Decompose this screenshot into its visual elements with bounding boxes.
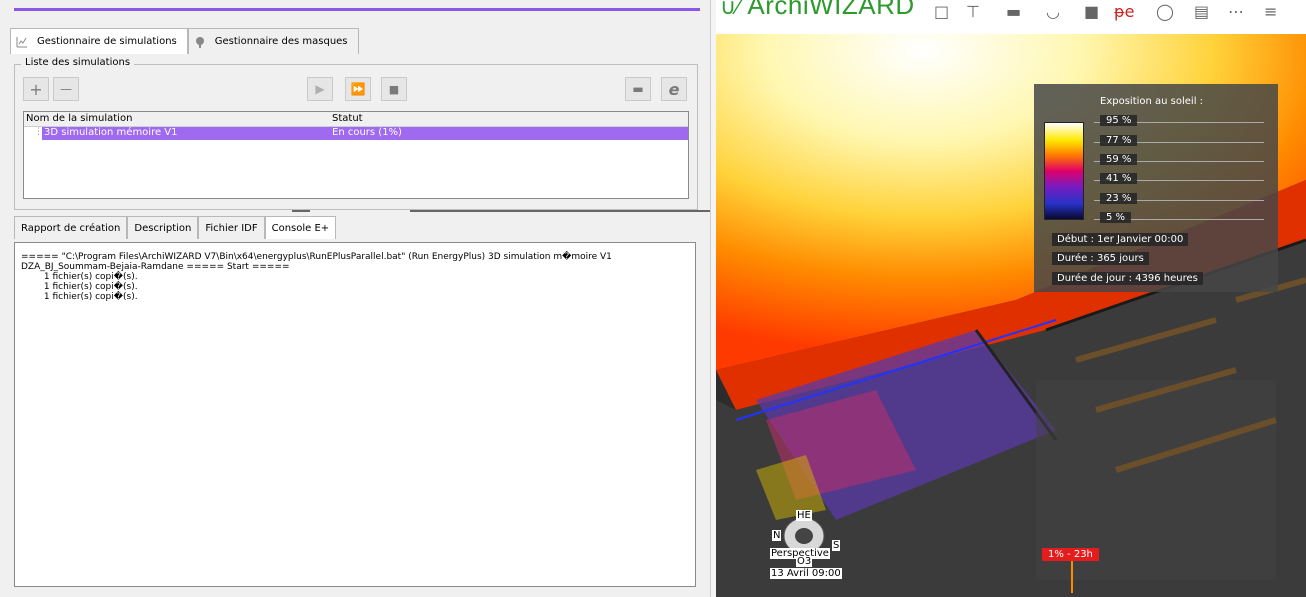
- tab-label: Gestionnaire de simulations: [37, 36, 177, 47]
- more-icon[interactable]: ⋯: [1228, 2, 1244, 21]
- table-row[interactable]: 3D simulation mémoire V1 En cours (1%): [42, 127, 688, 140]
- stop-icon: ■: [388, 82, 400, 96]
- box-icon[interactable]: □: [934, 2, 949, 21]
- simulation-status: En cours (1%): [332, 127, 402, 138]
- view-compass[interactable]: HE N S Perspective O3 13 Avril 09:00: [766, 510, 846, 584]
- play-icon: ▶: [315, 82, 325, 96]
- compass-bottom: O3: [796, 556, 813, 567]
- stop-button[interactable]: ■: [381, 77, 407, 101]
- plus-icon: +: [29, 79, 43, 99]
- table-header: Nom de la simulation Statut: [24, 112, 688, 127]
- progress-line: [1071, 561, 1073, 593]
- console-output[interactable]: ===== "C:\Program Files\ArchiWIZARD V7\B…: [14, 242, 696, 587]
- energyplus-icon: e: [668, 79, 680, 99]
- simulations-group: Liste des simulations + — ▶ ⏩ ■ ▬ e Nom …: [14, 57, 698, 210]
- run-button[interactable]: ▶: [307, 77, 333, 101]
- app-name: ArchiWIZARD: [747, 0, 915, 20]
- tab-console[interactable]: Console E+: [264, 216, 337, 239]
- legend-duration: Durée : 365 jours: [1052, 252, 1149, 265]
- simulations-table: Nom de la simulation Statut ⋮… 3D simula…: [23, 111, 689, 199]
- group-title: Liste des simulations: [21, 57, 135, 68]
- mask-icon: [193, 35, 207, 49]
- splitter-handle: [292, 210, 310, 212]
- legend-level: 95 %: [1100, 115, 1138, 126]
- run-all-button[interactable]: ⏩: [345, 77, 371, 101]
- legend-start: Début : 1er Janvier 00:00: [1052, 233, 1189, 246]
- legend-level: 5 %: [1100, 212, 1132, 223]
- sun-exposure-legend: Exposition au soleil : 95 % 77 % 59 % 41…: [1034, 84, 1278, 292]
- tab-simulation-manager[interactable]: Gestionnaire de simulations: [10, 28, 188, 54]
- compass-south: S: [832, 540, 841, 551]
- view-datetime: 13 Avril 09:00: [770, 568, 842, 579]
- accent-bar: [14, 8, 700, 11]
- app-logo: ∪∕ ArchiWIZARD: [720, 0, 915, 21]
- main-tabs: Gestionnaire de simulations Gestionnaire…: [10, 28, 359, 54]
- tab-description[interactable]: Description: [127, 216, 199, 239]
- legend-day-duration: Durée de jour : 4396 heures: [1052, 272, 1203, 285]
- legend-level: 41 %: [1100, 173, 1138, 184]
- compass-north: N: [772, 530, 782, 541]
- column-status[interactable]: Statut: [332, 113, 363, 124]
- section-icon[interactable]: ⊤: [966, 2, 980, 21]
- menu-icon[interactable]: ≡: [1264, 2, 1277, 21]
- tab-mask-manager[interactable]: Gestionnaire des masques: [187, 28, 359, 54]
- compass-top: HE: [796, 510, 812, 521]
- column-name[interactable]: Nom de la simulation: [26, 113, 132, 124]
- remove-simulation-button[interactable]: —: [53, 77, 79, 101]
- top-strip: [0, 0, 710, 12]
- progress-marker: 1% - 23h: [1042, 548, 1099, 561]
- energyplus-button[interactable]: e: [661, 77, 687, 101]
- legend-level: 23 %: [1100, 193, 1138, 204]
- fast-forward-icon: ⏩: [350, 82, 366, 96]
- sun-icon[interactable]: ◯: [1156, 2, 1174, 21]
- panel-splitter[interactable]: [12, 210, 710, 212]
- splitter-handle: [410, 210, 710, 212]
- monitor-icon[interactable]: ■: [1084, 2, 1099, 21]
- tab-creation-report[interactable]: Rapport de création: [14, 216, 128, 239]
- legend-level: 77 %: [1100, 135, 1138, 146]
- folder-icon: ▬: [632, 82, 644, 96]
- legend-level: 59 %: [1100, 154, 1138, 165]
- legend-title: Exposition au soleil :: [1100, 96, 1204, 107]
- simulation-name: 3D simulation mémoire V1: [44, 127, 178, 138]
- list-icon[interactable]: ▤: [1194, 2, 1209, 21]
- simulation-panel: Gestionnaire de simulations Gestionnaire…: [0, 0, 710, 597]
- chart-icon: [15, 35, 29, 49]
- energy-icon[interactable]: ᵽe: [1114, 2, 1135, 21]
- bottom-tabs: Rapport de création Description Fichier …: [14, 216, 337, 239]
- add-simulation-button[interactable]: +: [23, 77, 49, 101]
- open-folder-button[interactable]: ▬: [625, 77, 651, 101]
- minus-icon: —: [60, 82, 72, 96]
- tab-label: Gestionnaire des masques: [214, 36, 348, 47]
- legend-gradient: [1044, 122, 1084, 220]
- tab-idf-file[interactable]: Fichier IDF: [198, 216, 265, 239]
- layer-icon[interactable]: ▬: [1006, 2, 1021, 21]
- app-toolbar: ∪∕ ArchiWIZARD □ ⊤ ▬ ◡ ■ ᵽe ◯ ▤ ⋯ ≡: [716, 0, 1306, 34]
- rotate-icon[interactable]: ◡: [1046, 2, 1060, 21]
